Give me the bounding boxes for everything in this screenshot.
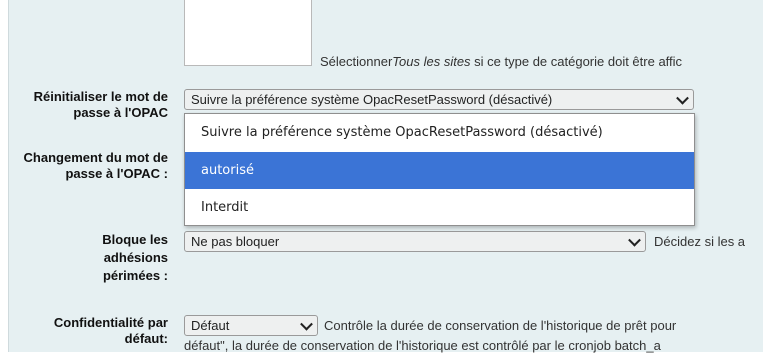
privacy-select[interactable]: Défaut [184, 315, 318, 336]
block-expired-hint: Décidez si les a [654, 234, 746, 249]
change-password-label: Changement du mot de passe à l'OPAC : [23, 150, 168, 181]
reset-password-dropdown-list[interactable]: Suivre la préférence système OpacResetPa… [184, 113, 695, 226]
reset-password-label: Réinitialiser le mot de passe à l'OPAC [33, 89, 168, 120]
chevron-down-icon [676, 91, 689, 105]
reset-password-selected-value: Suivre la préférence système OpacResetPa… [191, 92, 553, 107]
block-expired-selected-value: Ne pas bloquer [191, 234, 280, 249]
library-select-hint: SélectionnerTous les sites si ce type de… [320, 54, 682, 69]
dropdown-option-system-preference[interactable]: Suivre la préférence système OpacResetPa… [185, 114, 694, 151]
hint-suffix: si ce type de catégorie doit être affic [470, 54, 683, 69]
dropdown-option-allowed[interactable]: autorisé [185, 152, 694, 189]
privacy-hint: Contrôle la durée de conservation de l'h… [324, 318, 677, 333]
privacy-label: Confidentialité par défaut: [53, 315, 168, 346]
block-expired-select[interactable]: Ne pas bloquer [184, 231, 646, 252]
block-expired-label: Bloque les adhésions périmées : [102, 232, 168, 283]
library-multi-select[interactable] [184, 0, 312, 66]
privacy-selected-value: Défaut [191, 318, 230, 333]
panel-border [8, 0, 9, 352]
hint-prefix: Sélectionner [320, 54, 393, 69]
dropdown-option-forbidden[interactable]: Interdit [185, 189, 694, 226]
chevron-down-icon [628, 233, 641, 247]
reset-password-select[interactable]: Suivre la préférence système OpacResetPa… [184, 89, 694, 110]
hint-italic: Tous les sites [392, 54, 471, 69]
chevron-down-icon [300, 317, 313, 331]
privacy-hint-line2: défaut", la durée de conservation de l'h… [184, 338, 661, 353]
